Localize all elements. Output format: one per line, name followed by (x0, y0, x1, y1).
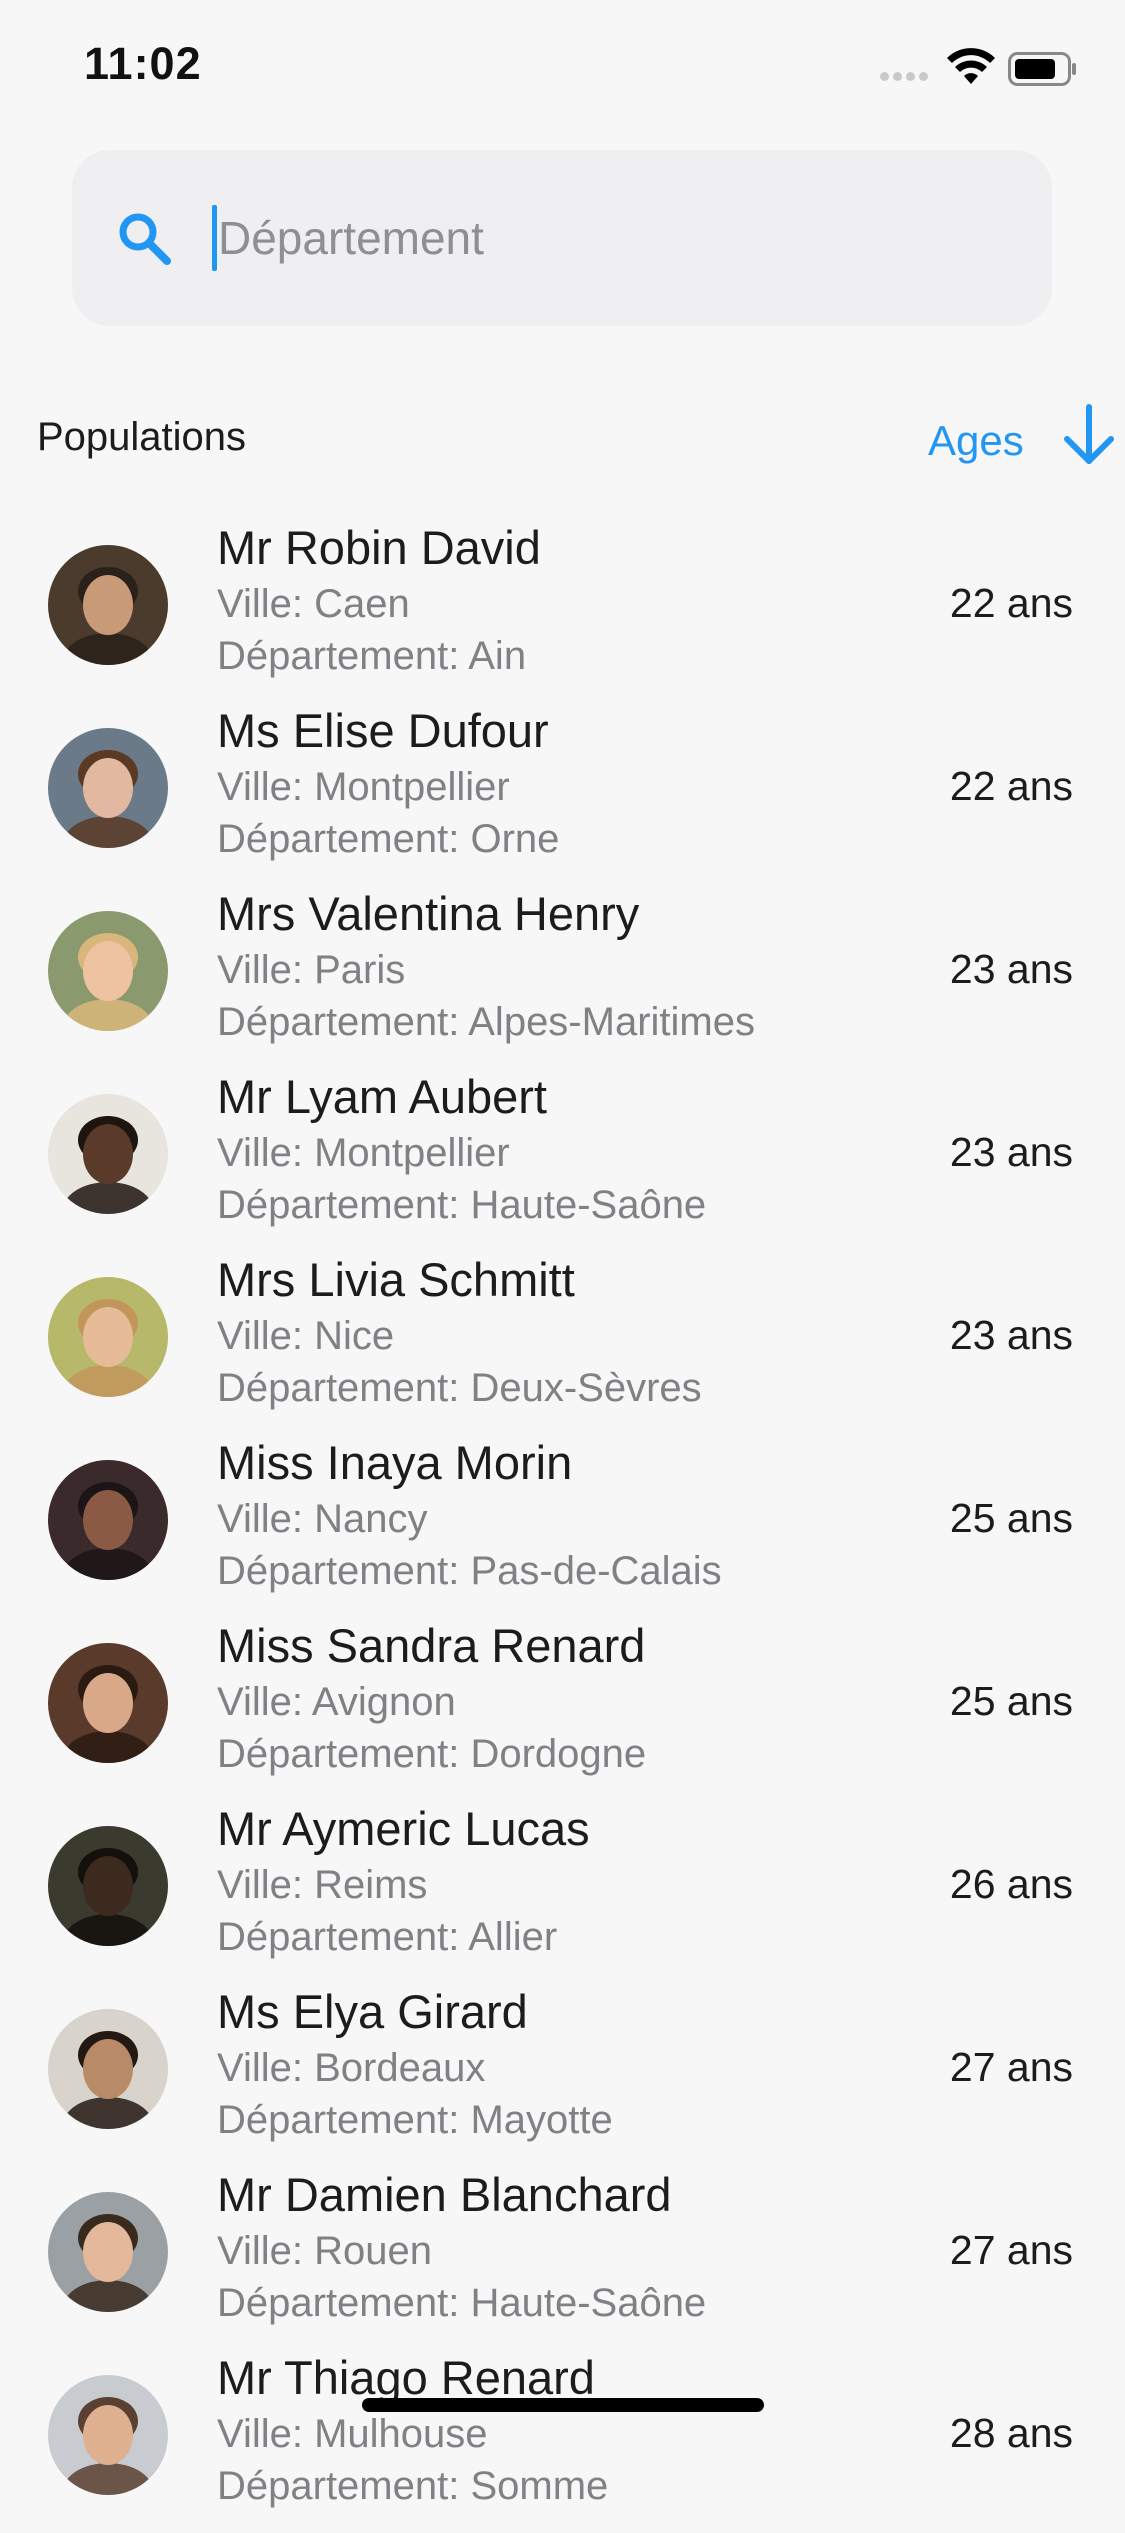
person-name: Mr Thiago Renard (217, 2351, 595, 2404)
section-title: Populations (37, 415, 247, 459)
person-city: Ville: Montpellier (217, 1131, 510, 1175)
person-department: Département: Pas-de-Calais (217, 1549, 722, 1593)
person-department: Département: Dordogne (217, 1732, 647, 1776)
person-age: 23 ans (949, 1312, 1073, 1358)
person-city: Ville: Bordeaux (217, 2046, 486, 2090)
person-city: Ville: Montpellier (217, 765, 510, 809)
person-name: Mrs Valentina Henry (217, 887, 640, 940)
list-item[interactable]: Mr Thiago Renard Ville: Mulhouse Départeme… (0, 2350, 1125, 2533)
list-item[interactable]: Ms Elya Girard Ville: Bordeaux Département… (0, 1984, 1125, 2167)
avatar (48, 911, 168, 1031)
person-age: 22 ans (949, 763, 1073, 809)
person-age: 28 ans (949, 2410, 1073, 2456)
list-item[interactable]: Ms Elise Dufour Ville: Montpellier Départe… (0, 703, 1125, 886)
person-department: Département: Alpes-Maritimes (217, 1000, 755, 1044)
section-header: Populations Ages (0, 395, 1125, 485)
person-name: Ms Elise Dufour (217, 704, 549, 757)
status-bar: 11:02 (0, 0, 1125, 132)
list-item[interactable]: Miss Sandra Renard Ville: Avignon Départem… (0, 1618, 1125, 1801)
person-department: Département: Allier (217, 1915, 558, 1959)
text-cursor (212, 205, 217, 271)
person-name: Mr Robin David (217, 521, 541, 574)
avatar (48, 1094, 168, 1214)
avatar (48, 728, 168, 848)
person-city: Ville: Mulhouse (217, 2412, 488, 2456)
person-department: Département: Haute-Saône (217, 2281, 707, 2325)
person-age: 23 ans (949, 1129, 1073, 1175)
person-name: Ms Elya Girard (217, 1985, 528, 2038)
person-city: Ville: Caen (217, 582, 410, 626)
avatar (48, 1826, 168, 1946)
person-city: Ville: Avignon (217, 1680, 456, 1724)
person-age: 22 ans (949, 580, 1073, 626)
person-department: Département: Somme (217, 2464, 609, 2508)
sort-label: Ages (928, 417, 1024, 464)
wifi-icon (947, 48, 995, 84)
person-name: Miss Inaya Morin (217, 1436, 573, 1489)
search-box[interactable] (72, 150, 1052, 326)
person-department: Département: Mayotte (217, 2098, 613, 2142)
person-department: Département: Orne (217, 817, 560, 861)
person-age: 23 ans (949, 946, 1073, 992)
status-time: 11:02 (84, 38, 202, 89)
person-city: Ville: Nancy (217, 1497, 428, 1541)
person-name: Mr Lyam Aubert (217, 1070, 547, 1123)
list-item[interactable]: Mr Aymeric Lucas Ville: Reims Département:… (0, 1801, 1125, 1984)
list-item[interactable]: Mr Robin David Ville: Caen Département: Ai… (0, 520, 1125, 703)
person-age: 25 ans (949, 1678, 1073, 1724)
person-name: Mr Damien Blanchard (217, 2168, 672, 2221)
person-name: Mrs Livia Schmitt (217, 1253, 575, 1306)
person-department: Département: Haute-Saône (217, 1183, 707, 1227)
search-icon (119, 213, 171, 265)
person-city: Ville: Nice (217, 1314, 395, 1358)
list-item[interactable]: Mr Lyam Aubert Ville: Montpellier Départem… (0, 1069, 1125, 1252)
list-item[interactable]: Mrs Livia Schmitt Ville: Nice Département:… (0, 1252, 1125, 1435)
battery-icon (1008, 52, 1076, 86)
person-city: Ville: Rouen (217, 2229, 432, 2273)
avatar (48, 1460, 168, 1580)
person-name: Miss Sandra Renard (217, 1619, 646, 1672)
signal-icon (880, 72, 930, 82)
list-item[interactable]: Mrs Valentina Henry Ville: Paris Départeme… (0, 886, 1125, 1069)
avatar (48, 2009, 168, 2129)
person-department: Département: Ain (217, 634, 527, 678)
avatar (48, 1277, 168, 1397)
list-item[interactable]: Miss Inaya Morin Ville: Nancy Département:… (0, 1435, 1125, 1618)
sort-by-age-button[interactable]: Ages (920, 403, 1120, 479)
person-age: 27 ans (949, 2044, 1073, 2090)
search-input[interactable] (212, 190, 1018, 286)
person-city: Ville: Reims (217, 1863, 428, 1907)
person-city: Ville: Paris (217, 948, 406, 992)
person-department: Département: Deux-Sèvres (217, 1366, 702, 1410)
person-age: 27 ans (949, 2227, 1073, 2273)
person-name: Mr Aymeric Lucas (217, 1802, 590, 1855)
home-indicator (362, 2398, 764, 2412)
avatar (48, 545, 168, 665)
list-item[interactable]: Mr Damien Blanchard Ville: Rouen Départeme… (0, 2167, 1125, 2350)
person-age: 25 ans (949, 1495, 1073, 1541)
avatar (48, 2192, 168, 2312)
avatar (48, 1643, 168, 1763)
person-age: 26 ans (949, 1861, 1073, 1907)
arrow-down-icon (1064, 404, 1114, 464)
avatar (48, 2375, 168, 2495)
